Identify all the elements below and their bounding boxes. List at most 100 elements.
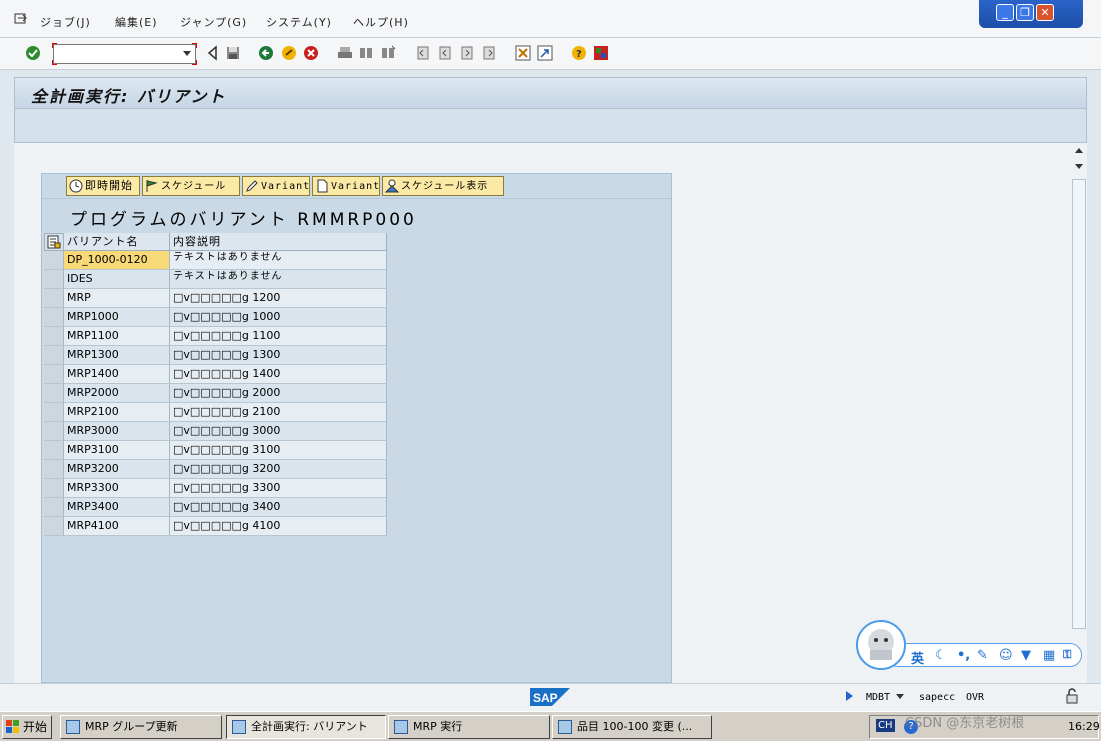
row-selector[interactable] <box>44 346 64 365</box>
row-selector[interactable] <box>44 327 64 346</box>
table-row[interactable]: MRP3400 □v□□□□□g 3400 <box>44 498 387 517</box>
column-header-description[interactable]: 内容説明 <box>170 233 387 251</box>
select-all-button[interactable] <box>44 233 64 251</box>
command-field[interactable] <box>52 43 197 65</box>
column-header-variant-name[interactable]: バリアント名 <box>64 233 170 251</box>
find-icon[interactable] <box>358 45 374 61</box>
punctuation-icon[interactable]: •, <box>957 648 970 663</box>
ime-lock-icon[interactable]: ⚿ <box>1063 648 1071 662</box>
grid-icon[interactable]: ▦ <box>1043 648 1055 663</box>
menu-help[interactable]: ヘルプ(H) <box>353 14 409 30</box>
table-row[interactable]: MRP1400 □v□□□□□g 1400 <box>44 365 387 384</box>
row-selector[interactable] <box>44 479 64 498</box>
variant-name-cell[interactable]: MRP1000 <box>64 308 170 327</box>
variant-name-cell[interactable]: MRP1100 <box>64 327 170 346</box>
row-selector[interactable] <box>44 403 64 422</box>
last-page-icon[interactable] <box>481 45 497 61</box>
input-language[interactable]: CH <box>876 719 895 732</box>
scroll-up-icon[interactable] <box>1075 148 1083 153</box>
print-icon[interactable] <box>337 45 353 61</box>
task-mrp-run[interactable]: MRP 実行 <box>388 715 550 739</box>
display-schedule-button[interactable]: スケジュール表示 <box>382 176 504 196</box>
emoji-icon[interactable]: ☺ <box>999 648 1013 663</box>
table-row[interactable]: DP_1000-0120 テキストはありません <box>44 251 387 270</box>
cancel-icon[interactable] <box>303 45 319 61</box>
table-row[interactable]: MRP1100 □v□□□□□g 1100 <box>44 327 387 346</box>
vertical-scrollbar[interactable] <box>1071 143 1087 683</box>
prev-page-icon[interactable] <box>437 45 453 61</box>
ime-mascot-icon[interactable] <box>856 620 906 670</box>
row-selector[interactable] <box>44 460 64 479</box>
table-row[interactable]: MRP1000 □v□□□□□g 1000 <box>44 308 387 327</box>
task-total-planning-variant[interactable]: 全計画実行: バリアント <box>226 715 386 739</box>
system-dropdown-icon[interactable] <box>896 694 904 699</box>
variant-name-cell[interactable]: MRP <box>64 289 170 308</box>
variant-name-cell[interactable]: MRP2000 <box>64 384 170 403</box>
menu-icon[interactable] <box>14 13 28 28</box>
table-row[interactable]: MRP1300 □v□□□□□g 1300 <box>44 346 387 365</box>
row-selector[interactable] <box>44 441 64 460</box>
variant-name-cell[interactable]: MRP3300 <box>64 479 170 498</box>
table-row[interactable]: MRP2000 □v□□□□□g 2000 <box>44 384 387 403</box>
row-selector[interactable] <box>44 384 64 403</box>
back-triangle-icon[interactable] <box>205 45 221 61</box>
variant-name-cell[interactable]: MRP1300 <box>64 346 170 365</box>
table-row[interactable]: MRP3300 □v□□□□□g 3300 <box>44 479 387 498</box>
scroll-down-icon[interactable] <box>1075 164 1083 169</box>
dropdown-arrow-icon[interactable] <box>183 51 191 56</box>
variant-name-cell[interactable]: MRP3100 <box>64 441 170 460</box>
restore-button[interactable]: ❐ <box>1016 4 1034 21</box>
create-session-icon[interactable] <box>515 45 531 61</box>
variant-name-cell[interactable]: MRP1400 <box>64 365 170 384</box>
task-mrp-group-update[interactable]: MRP グループ更新 <box>60 715 222 739</box>
task-material-change[interactable]: 品目 100-100 変更 (... <box>552 715 712 739</box>
row-selector[interactable] <box>44 422 64 441</box>
schedule-button[interactable]: スケジュール <box>142 176 240 196</box>
save-icon[interactable] <box>225 45 241 61</box>
row-selector[interactable] <box>44 517 64 536</box>
back-icon[interactable] <box>258 45 274 61</box>
menu-system[interactable]: システム(Y) <box>266 14 332 30</box>
menu-job[interactable]: ジョブ(J) <box>40 14 91 30</box>
exit-icon[interactable] <box>281 45 297 61</box>
table-row[interactable]: MRP3100 □v□□□□□g 3100 <box>44 441 387 460</box>
ime-language[interactable]: 英 <box>911 648 924 667</box>
display-variant-button[interactable]: Variant <box>312 176 380 196</box>
shortcut-icon[interactable] <box>537 45 553 61</box>
table-row[interactable]: MRP □v□□□□□g 1200 <box>44 289 387 308</box>
variant-name-cell[interactable]: MRP3400 <box>64 498 170 517</box>
customize-layout-icon[interactable] <box>593 45 609 61</box>
find-next-icon[interactable] <box>380 45 396 61</box>
start-immediately-button[interactable]: 即時開始 <box>66 176 140 196</box>
status-expand-icon[interactable] <box>846 691 853 701</box>
row-selector[interactable] <box>44 365 64 384</box>
row-selector[interactable] <box>44 270 64 289</box>
next-page-icon[interactable] <box>459 45 475 61</box>
variant-name-cell[interactable]: MRP4100 <box>64 517 170 536</box>
skin-icon[interactable]: ▼ <box>1021 648 1031 663</box>
variant-name-cell[interactable]: DP_1000-0120 <box>64 251 170 270</box>
row-selector[interactable] <box>44 251 64 270</box>
change-variant-button[interactable]: Variant <box>242 176 310 196</box>
wrench-icon[interactable]: ✎ <box>977 648 988 663</box>
close-button[interactable]: ✕ <box>1036 4 1054 21</box>
table-row[interactable]: IDES テキストはありません <box>44 270 387 289</box>
start-button[interactable]: 开始 <box>2 715 52 739</box>
row-selector[interactable] <box>44 289 64 308</box>
menu-goto[interactable]: ジャンプ(G) <box>180 14 247 30</box>
row-selector[interactable] <box>44 498 64 517</box>
minimize-button[interactable]: _ <box>996 4 1014 21</box>
table-row[interactable]: MRP3000 □v□□□□□g 3000 <box>44 422 387 441</box>
moon-icon[interactable]: ☾ <box>935 648 947 663</box>
table-row[interactable]: MRP2100 □v□□□□□g 2100 <box>44 403 387 422</box>
variant-name-cell[interactable]: MRP3000 <box>64 422 170 441</box>
table-row[interactable]: MRP3200 □v□□□□□g 3200 <box>44 460 387 479</box>
enter-icon[interactable] <box>25 45 41 61</box>
table-row[interactable]: MRP4100 □v□□□□□g 4100 <box>44 517 387 536</box>
help-icon[interactable]: ? <box>571 45 587 61</box>
variant-name-cell[interactable]: MRP3200 <box>64 460 170 479</box>
first-page-icon[interactable] <box>415 45 431 61</box>
menu-edit[interactable]: 編集(E) <box>115 14 158 30</box>
variant-name-cell[interactable]: MRP2100 <box>64 403 170 422</box>
row-selector[interactable] <box>44 308 64 327</box>
